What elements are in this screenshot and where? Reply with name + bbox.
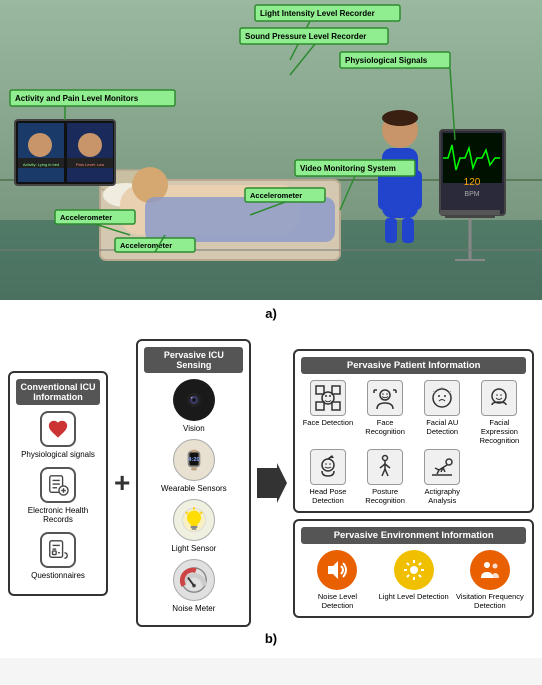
- face-recognition-label: Face Recognition: [359, 418, 412, 436]
- light-level-label: Light Level Detection: [379, 592, 449, 601]
- physiological-label: Physiological signals: [21, 450, 95, 459]
- facial-au-label: Facial AU Detection: [416, 418, 469, 436]
- wearable-label: Wearable Sensors: [161, 484, 227, 493]
- env-info-title: Pervasive Environment Information: [301, 527, 526, 544]
- camera-icon: [173, 379, 215, 421]
- conventional-icu-title: Conventional ICU Information: [16, 379, 100, 405]
- plus-sign: +: [114, 467, 130, 499]
- noise-icon: [317, 550, 357, 590]
- info-panel: Pervasive Patient Information: [293, 349, 534, 618]
- head-pose-label: Head Pose Detection: [301, 487, 354, 505]
- vision-label: Vision: [183, 424, 205, 433]
- sensing-title: Pervasive ICU Sensing: [144, 347, 243, 373]
- physiological-signals-item: Physiological signals: [16, 411, 100, 459]
- noise-level-item: Noise Level Detection: [301, 550, 373, 610]
- svg-text:Accelerometer: Accelerometer: [120, 241, 172, 250]
- actigraphy-item: Actigraphy Analysis: [416, 449, 469, 505]
- facial-exp-icon: [481, 380, 517, 416]
- patient-info-title: Pervasive Patient Information: [301, 357, 526, 374]
- vision-item: Vision: [144, 379, 243, 433]
- facial-exp-item: Facial Expression Recognition: [473, 380, 526, 445]
- noise-meter-item: Noise Meter: [144, 559, 243, 613]
- svg-text:4:20: 4:20: [188, 457, 199, 463]
- ehr-item: Electronic Health Records: [16, 467, 100, 524]
- section-a-label: a): [0, 300, 542, 327]
- questionnaires-item: Questionnaires: [16, 532, 100, 580]
- patient-info-grid: Face Detection: [301, 380, 526, 505]
- face-recognition-item: Face Recognition: [359, 380, 412, 445]
- section-b: Conventional ICU Information Physiologic…: [0, 327, 542, 658]
- section-b-label: b): [8, 627, 534, 650]
- face-detection-label: Face Detection: [303, 418, 353, 427]
- hospital-scene: Activity: Lying in bed Pain Level: Low 1…: [0, 0, 542, 300]
- questionnaires-label: Questionnaires: [31, 571, 85, 580]
- actigraphy-icon: [424, 449, 460, 485]
- light-level-icon: [394, 550, 434, 590]
- questionnaire-icon: [40, 532, 76, 568]
- light-sensor-item: Light Sensor: [144, 499, 243, 553]
- facial-exp-label: Facial Expression Recognition: [473, 418, 526, 445]
- env-info-grid: Noise Level Detection: [301, 550, 526, 610]
- ehr-label: Electronic Health Records: [16, 506, 100, 524]
- light-level-item: Light Level Detection: [378, 550, 450, 610]
- diagram-row: Conventional ICU Information Physiologic…: [8, 339, 534, 627]
- actigraphy-label: Actigraphy Analysis: [416, 487, 469, 505]
- wearable-item: 4:20 Wearable Sensors: [144, 439, 243, 493]
- ehr-icon: [40, 467, 76, 503]
- posture-item: Posture Recognition: [359, 449, 412, 505]
- visitation-item: Visitation Frequency Detection: [454, 550, 526, 610]
- conventional-icu-box: Conventional ICU Information Physiologic…: [8, 371, 108, 596]
- meter-icon: [173, 559, 215, 601]
- head-pose-item: Head Pose Detection: [301, 449, 354, 505]
- main-arrow: [257, 458, 287, 508]
- patient-info-section: Pervasive Patient Information: [293, 349, 534, 513]
- watch-icon: 4:20: [173, 439, 215, 481]
- bulb-icon: [173, 499, 215, 541]
- head-pose-icon: [310, 449, 346, 485]
- visitation-icon: [470, 550, 510, 590]
- facial-au-item: Facial AU Detection: [416, 380, 469, 445]
- heart-icon: [40, 411, 76, 447]
- noise-level-label: Noise Level Detection: [301, 592, 373, 610]
- env-info-section: Pervasive Environment Information Noise …: [293, 519, 534, 618]
- noise-meter-label: Noise Meter: [172, 604, 215, 613]
- posture-label: Posture Recognition: [359, 487, 412, 505]
- face-recognition-icon: [367, 380, 403, 416]
- light-sensor-label: Light Sensor: [171, 544, 216, 553]
- facial-au-icon: [424, 380, 460, 416]
- visitation-label: Visitation Frequency Detection: [454, 592, 526, 610]
- face-detection-item: Face Detection: [301, 380, 354, 445]
- sensing-box: Pervasive ICU Sensing Vision: [136, 339, 251, 627]
- face-detection-icon: [310, 380, 346, 416]
- posture-icon: [367, 449, 403, 485]
